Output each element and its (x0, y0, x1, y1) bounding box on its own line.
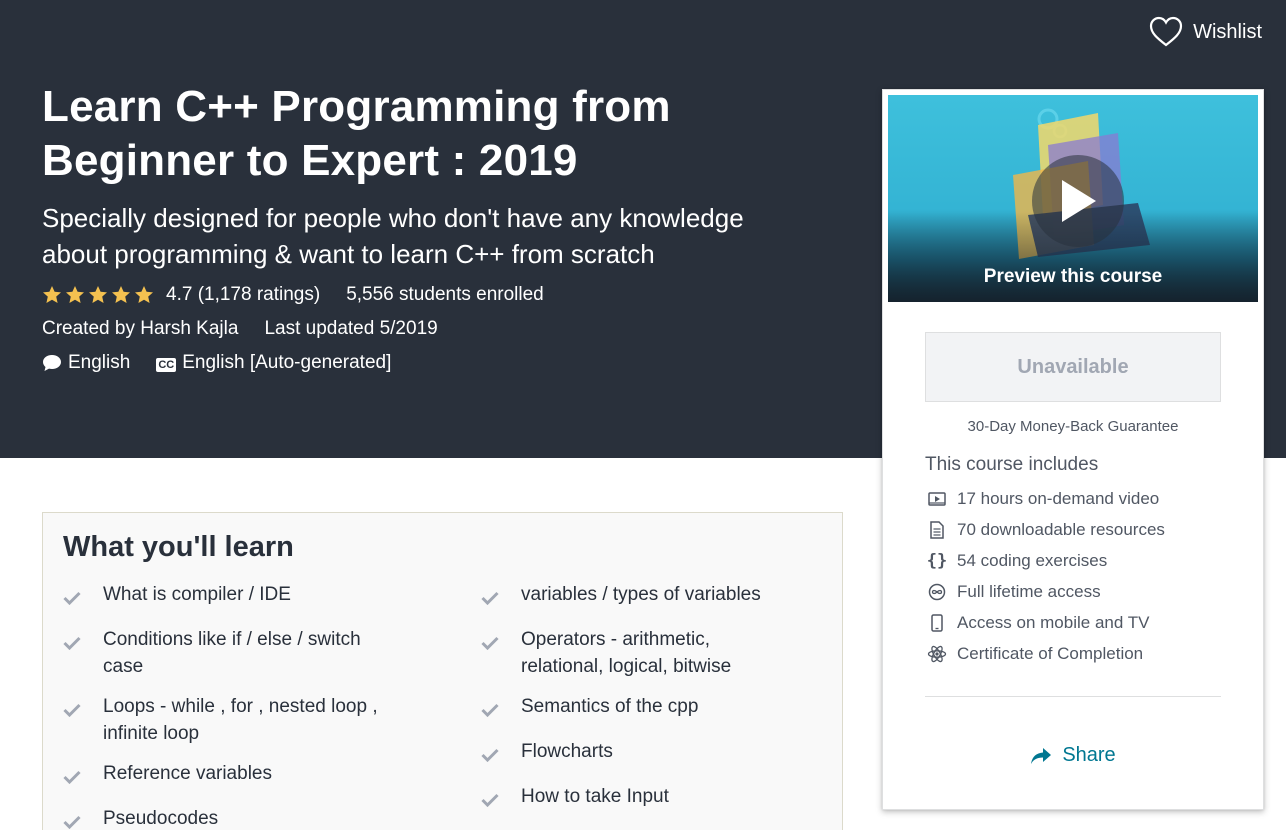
rating-row: 4.7 (1,178 ratings) 5,556 students enrol… (42, 282, 832, 308)
learn-item: Loops - while , for , nested loop , infin… (63, 693, 393, 747)
star-icon (89, 286, 107, 303)
play-button[interactable] (1032, 155, 1124, 247)
what-you-will-learn: What you'll learn What is compiler / IDE… (42, 512, 843, 830)
file-icon (925, 520, 949, 539)
wishlist-label: Wishlist (1193, 20, 1262, 43)
heart-icon (1150, 16, 1183, 47)
includes-title: This course includes (925, 454, 1099, 475)
check-icon (481, 581, 521, 613)
learn-list-left: What is compiler / IDE Conditions like i… (63, 581, 393, 830)
wishlist-button[interactable]: Wishlist (1149, 16, 1262, 48)
learn-item: Pseudocodes (63, 805, 393, 830)
include-item: {} 54 coding exercises (926, 550, 1108, 571)
include-item: Certificate of Completion (925, 638, 1165, 669)
check-icon (481, 783, 521, 815)
learn-item: Flowcharts (481, 738, 811, 770)
star-rating[interactable] (42, 285, 154, 305)
code-icon: {} (926, 550, 948, 571)
learn-item: How to take Input (481, 783, 811, 815)
include-item: 17 hours on-demand video (925, 483, 1165, 514)
closed-captions-icon: CC (156, 358, 177, 372)
last-updated: Last updated 5/2019 (264, 318, 438, 339)
share-icon (1031, 747, 1052, 764)
mobile-icon (925, 613, 949, 632)
check-icon (481, 738, 521, 770)
include-item: Full lifetime access (925, 576, 1165, 607)
infinity-icon (925, 583, 949, 601)
check-icon (63, 581, 103, 613)
learn-list-right: variables / types of variables Operators… (481, 581, 811, 828)
learn-item: variables / types of variables (481, 581, 811, 613)
star-icon (112, 286, 130, 303)
check-icon (63, 626, 103, 680)
author-row: Created by Harsh Kajla Last updated 5/20… (42, 316, 832, 342)
check-icon (63, 805, 103, 830)
check-icon (63, 760, 103, 792)
certificate-icon (925, 644, 949, 664)
check-icon (63, 693, 103, 747)
learn-item: Reference variables (63, 760, 393, 792)
learn-item: Operators - arithmetic, relational, logic… (481, 626, 811, 680)
course-subtitle: Specially designed for people who don't … (42, 203, 744, 269)
check-icon (481, 626, 521, 680)
unavailable-button[interactable]: Unavailable (925, 332, 1221, 402)
star-icon (135, 286, 153, 303)
include-item: 70 downloadable resources (925, 514, 1165, 545)
check-icon (481, 693, 521, 725)
sidebar-divider (925, 696, 1221, 697)
course-header: Learn C++ Programming from Beginner to E… (42, 80, 832, 376)
comment-icon (42, 354, 62, 372)
instructor-link[interactable]: Created by Harsh Kajla (42, 318, 238, 340)
learn-item: What is compiler / IDE (63, 581, 393, 613)
purchase-sidebar: Preview this course Unavailable 30-Day M… (882, 89, 1264, 810)
captions-group: CC English [Auto-generated] (156, 352, 391, 374)
money-back-guarantee: 30-Day Money-Back Guarantee (967, 418, 1179, 435)
learn-title: What you'll learn (63, 531, 294, 563)
share-label: Share (1062, 744, 1116, 766)
star-icon (66, 286, 84, 303)
course-title: Learn C++ Programming from Beginner to E… (42, 82, 671, 185)
rating-text[interactable]: 4.7 (1,178 ratings) (166, 284, 320, 306)
star-icon (43, 286, 61, 303)
include-item: Access on mobile and TV (925, 607, 1165, 638)
preview-label: Preview this course (983, 266, 1163, 287)
learn-item: Semantics of the cpp (481, 693, 811, 725)
course-preview-video[interactable]: Preview this course (888, 95, 1258, 302)
share-button[interactable]: Share (883, 744, 1263, 767)
language-text: English (68, 352, 131, 373)
video-icon (925, 491, 949, 507)
learn-item: Conditions like if / else / switch case (63, 626, 393, 680)
play-icon (1062, 180, 1096, 222)
enrolled-count: 5,556 students enrolled (346, 284, 544, 305)
captions-text: English [Auto-generated] (182, 352, 392, 373)
includes-list: 17 hours on-demand video 70 downloadable… (925, 483, 1165, 669)
language-row: English CC English [Auto-generated] (42, 350, 832, 376)
